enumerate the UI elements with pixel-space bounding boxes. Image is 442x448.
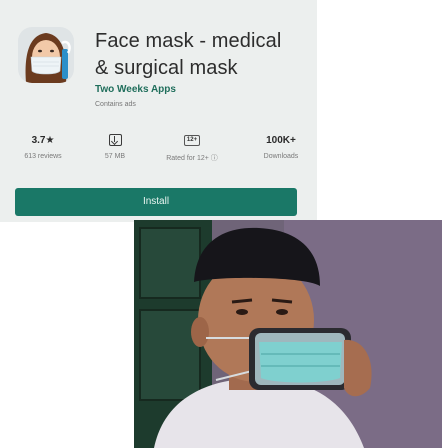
app-title-line-2: & surgical mask: [95, 57, 238, 79]
rating-reviews-count: 613 reviews: [24, 153, 62, 160]
downloads-value: 100K+: [266, 134, 296, 146]
age-rating-badge: 12+: [183, 134, 201, 146]
developer-link[interactable]: Two Weeks Apps: [95, 84, 176, 95]
install-button[interactable]: Install: [15, 188, 297, 216]
app-title-line-1: Face mask - medical: [95, 30, 282, 52]
stat-downloads: 100K+ Downloads: [250, 132, 312, 161]
man-wearing-phone-mask-photo: [134, 220, 442, 448]
face-mask-woman-icon: [18, 27, 74, 83]
top-bar-fragment: ⌃: [0, 0, 317, 6]
stat-rating[interactable]: 3.7★ 613 reviews: [14, 132, 72, 161]
downloads-label: Downloads: [263, 153, 299, 160]
rating-value: 3.7★: [31, 134, 55, 146]
chevron-up-icon[interactable]: ⌃: [264, 0, 272, 5]
app-size: 57 MB: [104, 153, 126, 160]
stat-age-rating[interactable]: 12+ Rated for 12+ ⓘ: [152, 132, 232, 163]
stat-size: 57 MB: [94, 132, 136, 160]
age-rating-label: Rated for 12+: [166, 155, 209, 162]
info-icon[interactable]: ⓘ: [211, 155, 218, 162]
download-icon: [108, 134, 122, 146]
contains-ads-label: Contains ads: [95, 101, 136, 108]
app-title: Face mask - medical & surgical mask: [95, 28, 310, 82]
app-store-listing: ⌃ Face mask - medical & surgical mask Tw…: [0, 0, 317, 222]
